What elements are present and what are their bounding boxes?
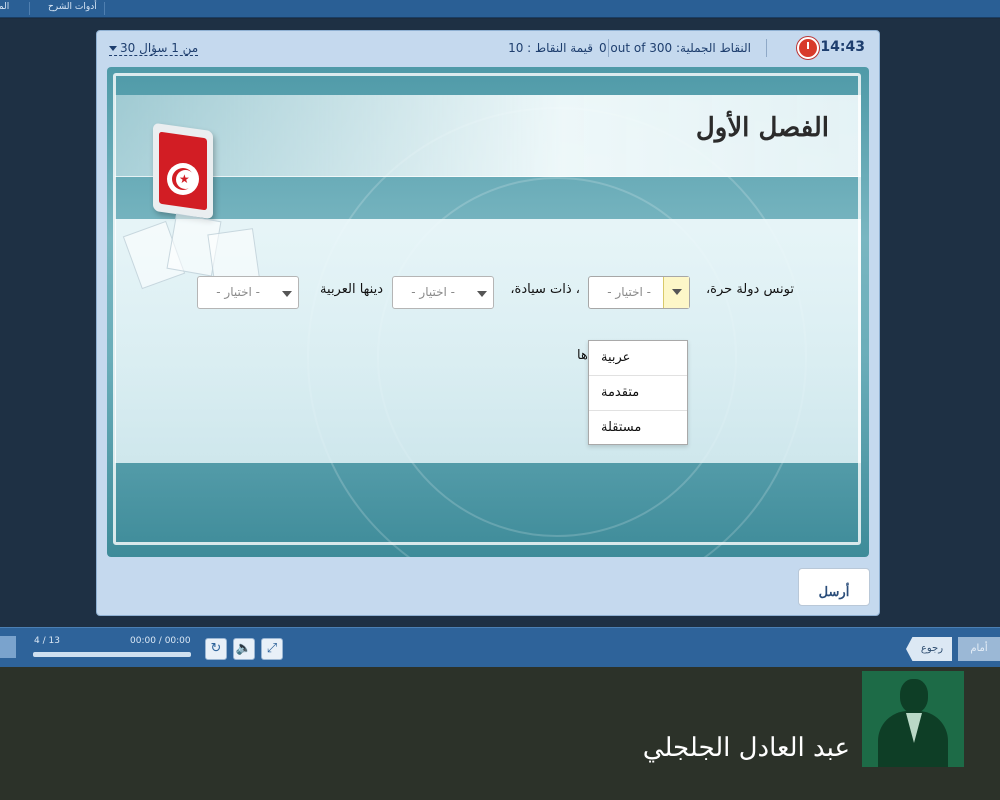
- sentence-part-2: ، ذات سيادة،: [510, 282, 580, 297]
- sentence-part-3: دينها العربية: [320, 282, 383, 297]
- back-button[interactable]: رجوع: [906, 637, 952, 661]
- total-points: 0 out of 300 :النقاط الجملية: [598, 41, 751, 55]
- header-divider: [608, 39, 609, 57]
- progress-track[interactable]: [33, 652, 191, 657]
- timer-display: 14:43: [820, 39, 865, 55]
- toolbar-item-partial[interactable]: الم: [0, 2, 9, 12]
- chevron-down-icon: [282, 291, 292, 297]
- header-divider: [766, 39, 767, 57]
- points-value: 10 : قيمة النقاط: [508, 41, 593, 55]
- footer: [0, 667, 1000, 800]
- sentence-part-1: تونس دولة حرة،: [705, 282, 794, 297]
- chevron-down-icon: [477, 291, 487, 297]
- toolbar-divider: [104, 2, 105, 15]
- question-nav-label: 30 من 1 سؤال: [120, 41, 199, 55]
- select-blank-2-value: - اختيار -: [411, 285, 455, 299]
- playback-bar: 4 / 13 00:00 / 00:00 ↻ 🔈 ⤢ رجوع أمام: [0, 627, 1000, 667]
- chevron-down-icon: [663, 277, 689, 308]
- volume-icon[interactable]: 🔈: [233, 638, 255, 660]
- select-blank-2[interactable]: - اختيار -: [392, 276, 494, 309]
- quiz-frame: 14:43 0 out of 300 :النقاط الجملية 10 : …: [96, 30, 880, 616]
- top-toolbar: الم أدوات الشرح: [0, 0, 1000, 18]
- prev-arrow-icon[interactable]: [0, 636, 16, 658]
- timer-icon: [797, 37, 819, 59]
- dropdown-option[interactable]: متقدمة: [589, 376, 687, 411]
- quiz-header: 14:43 0 out of 300 :النقاط الجملية 10 : …: [97, 31, 879, 65]
- author-name: عبد العادل الجلجلي: [642, 733, 850, 763]
- question-navigator[interactable]: 30 من 1 سؤال: [109, 41, 199, 56]
- slide-counter: 4 / 13: [34, 636, 60, 646]
- chevron-down-icon: [109, 46, 117, 51]
- slide-border: [113, 73, 861, 545]
- select-blank-1-value: - اختيار -: [607, 285, 651, 299]
- sentence-trail: ها: [577, 348, 588, 363]
- select-blank-3-value: - اختيار -: [216, 285, 260, 299]
- replay-icon[interactable]: ↻: [205, 638, 227, 660]
- fullscreen-icon[interactable]: ⤢: [261, 638, 283, 660]
- author-photo: [862, 671, 964, 767]
- dropdown-option[interactable]: عربية: [589, 341, 687, 376]
- toolbar-tools-menu[interactable]: أدوات الشرح: [48, 2, 97, 12]
- next-button[interactable]: أمام: [958, 637, 1000, 661]
- select-blank-1[interactable]: - اختيار -: [588, 276, 690, 309]
- dropdown-list: عربية متقدمة مستقلة: [588, 340, 688, 445]
- time-display: 00:00 / 00:00: [130, 636, 191, 646]
- select-blank-3[interactable]: - اختيار -: [197, 276, 299, 309]
- toolbar-divider: [29, 2, 30, 15]
- dropdown-option[interactable]: مستقلة: [589, 411, 687, 446]
- submit-button[interactable]: أرسل: [798, 568, 870, 606]
- slide-canvas: الفصل الأول ★: [107, 67, 869, 557]
